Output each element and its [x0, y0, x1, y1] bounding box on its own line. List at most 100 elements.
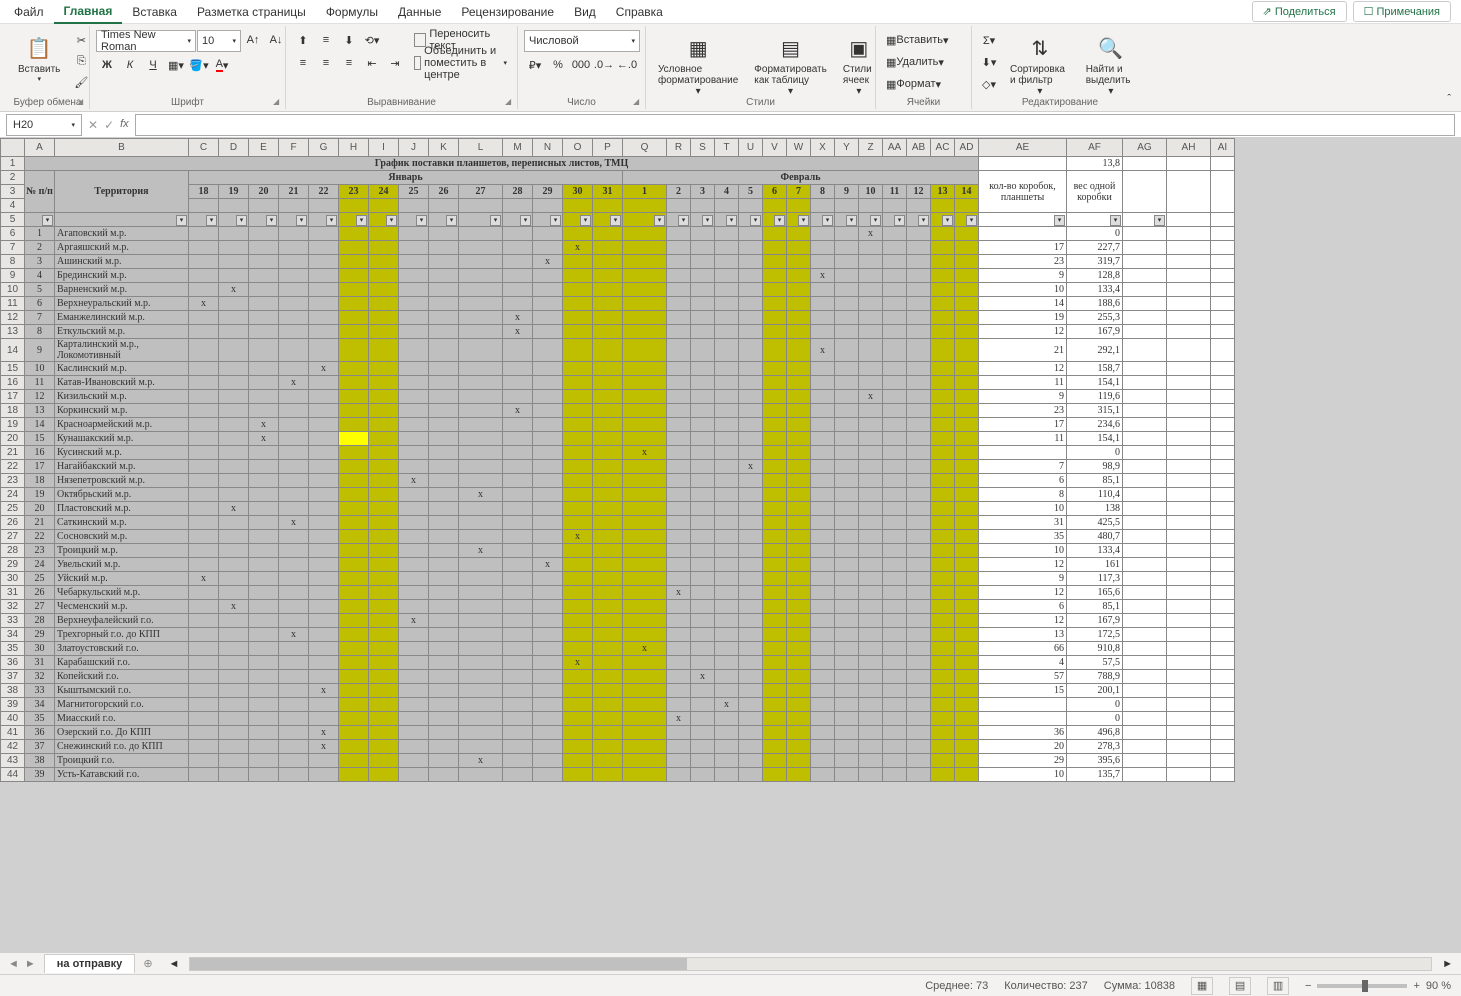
table-cell[interactable]: 13 — [25, 404, 55, 418]
table-cell[interactable] — [503, 418, 533, 432]
table-cell[interactable] — [811, 558, 835, 572]
table-cell[interactable] — [503, 446, 533, 460]
table-cell[interactable] — [691, 432, 715, 446]
table-cell[interactable] — [691, 376, 715, 390]
row-header[interactable]: 3 — [1, 185, 25, 199]
table-cell[interactable] — [189, 376, 219, 390]
row-header[interactable]: 32 — [1, 600, 25, 614]
table-cell[interactable] — [931, 600, 955, 614]
table-cell[interactable] — [249, 311, 279, 325]
table-cell[interactable] — [835, 726, 859, 740]
table-cell[interactable] — [691, 684, 715, 698]
table-cell[interactable] — [369, 726, 399, 740]
table-cell[interactable]: x — [249, 418, 279, 432]
table-cell[interactable] — [763, 614, 787, 628]
menu-help[interactable]: Справка — [606, 1, 673, 23]
filter-button[interactable] — [1067, 213, 1123, 227]
table-cell[interactable] — [623, 488, 667, 502]
table-cell[interactable] — [691, 712, 715, 726]
table-cell[interactable] — [907, 283, 931, 297]
table-cell[interactable] — [369, 325, 399, 339]
table-cell[interactable]: 425,5 — [1067, 516, 1123, 530]
table-cell[interactable] — [859, 269, 883, 283]
table-cell[interactable] — [667, 227, 691, 241]
table-cell[interactable] — [739, 297, 763, 311]
table-cell[interactable]: Агаповский м.р. — [55, 227, 189, 241]
table-cell[interactable]: 480,7 — [1067, 530, 1123, 544]
row-header[interactable]: 36 — [1, 656, 25, 670]
table-cell[interactable] — [459, 362, 503, 376]
table-cell[interactable] — [309, 432, 339, 446]
table-cell[interactable] — [811, 488, 835, 502]
fx-icon[interactable]: fx — [120, 118, 129, 132]
table-cell[interactable] — [429, 460, 459, 474]
table-cell[interactable] — [309, 530, 339, 544]
column-header[interactable]: X — [811, 139, 835, 157]
zoom-slider[interactable] — [1317, 984, 1407, 988]
table-cell[interactable] — [955, 474, 979, 488]
table-cell[interactable] — [859, 586, 883, 600]
table-cell[interactable] — [907, 530, 931, 544]
table-cell[interactable] — [955, 241, 979, 255]
table-cell[interactable] — [563, 572, 593, 586]
table-cell[interactable] — [955, 297, 979, 311]
table-cell[interactable] — [189, 255, 219, 269]
row-header[interactable]: 41 — [1, 726, 25, 740]
table-cell[interactable] — [369, 474, 399, 488]
column-header[interactable]: AC — [931, 139, 955, 157]
table-cell[interactable] — [691, 325, 715, 339]
table-cell[interactable] — [503, 516, 533, 530]
table-cell[interactable] — [835, 255, 859, 269]
row-header[interactable]: 21 — [1, 446, 25, 460]
table-cell[interactable]: x — [739, 460, 763, 474]
table-cell[interactable]: Сосновский м.р. — [55, 530, 189, 544]
table-cell[interactable]: 23 — [979, 404, 1067, 418]
table-cell[interactable] — [593, 544, 623, 558]
table-cell[interactable] — [503, 544, 533, 558]
table-cell[interactable] — [219, 628, 249, 642]
table-cell[interactable] — [339, 670, 369, 684]
table-cell[interactable] — [249, 297, 279, 311]
table-cell[interactable] — [399, 516, 429, 530]
table-cell[interactable] — [459, 558, 503, 572]
table-cell[interactable]: 8 — [979, 488, 1067, 502]
table-cell[interactable]: Карабашский г.о. — [55, 656, 189, 670]
table-cell[interactable]: 395,6 — [1067, 754, 1123, 768]
row-header[interactable]: 34 — [1, 628, 25, 642]
table-cell[interactable] — [811, 362, 835, 376]
table-cell[interactable] — [623, 376, 667, 390]
table-cell[interactable] — [859, 339, 883, 362]
table-cell[interactable] — [715, 283, 739, 297]
table-cell[interactable] — [739, 558, 763, 572]
title-cell[interactable]: График поставки планшетов, переписных ли… — [25, 157, 979, 171]
table-cell[interactable] — [907, 670, 931, 684]
table-cell[interactable] — [399, 311, 429, 325]
table-cell[interactable] — [715, 712, 739, 726]
collapse-ribbon-icon[interactable]: ˆ — [1447, 93, 1451, 105]
column-header[interactable]: M — [503, 139, 533, 157]
table-cell[interactable] — [715, 642, 739, 656]
table-cell[interactable] — [859, 698, 883, 712]
table-cell[interactable] — [503, 628, 533, 642]
table-cell[interactable] — [399, 530, 429, 544]
table-cell[interactable] — [955, 227, 979, 241]
table-cell[interactable] — [249, 628, 279, 642]
table-cell[interactable] — [883, 544, 907, 558]
table-cell[interactable]: 10 — [979, 768, 1067, 782]
table-cell[interactable] — [931, 656, 955, 670]
table-cell[interactable] — [739, 614, 763, 628]
table-cell[interactable] — [667, 488, 691, 502]
table-cell[interactable] — [955, 698, 979, 712]
table-cell[interactable] — [955, 572, 979, 586]
column-header[interactable]: O — [563, 139, 593, 157]
table-cell[interactable] — [907, 656, 931, 670]
table-cell[interactable] — [715, 754, 739, 768]
row-header[interactable]: 26 — [1, 516, 25, 530]
table-cell[interactable] — [835, 376, 859, 390]
table-cell[interactable] — [503, 241, 533, 255]
table-cell[interactable] — [249, 488, 279, 502]
menu-view[interactable]: Вид — [564, 1, 606, 23]
table-cell[interactable]: Верхнеуральский м.р. — [55, 297, 189, 311]
column-header[interactable]: K — [429, 139, 459, 157]
table-cell[interactable] — [429, 390, 459, 404]
